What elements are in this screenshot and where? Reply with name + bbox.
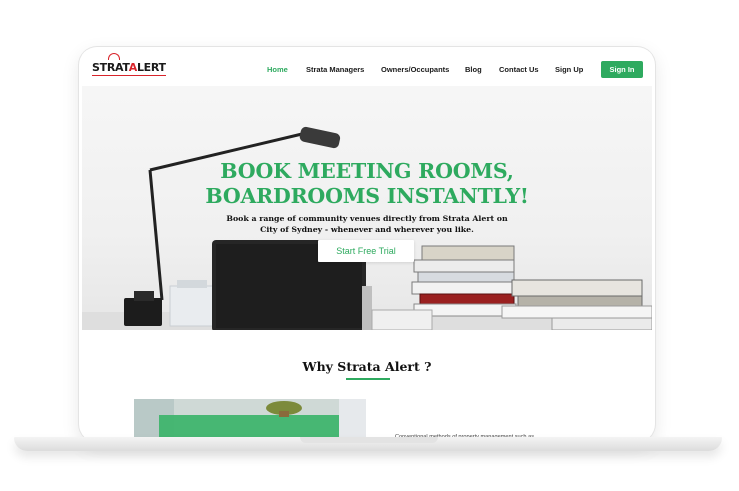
hero-banner: BOOK MEETING ROOMS, BOARDROOMS INSTANTLY…	[82, 86, 652, 330]
title-underline	[346, 378, 390, 380]
why-section-image	[134, 399, 366, 442]
hero-title-line-2: BOARDROOMS INSTANTLY!	[205, 184, 529, 208]
logo-text-accent: A	[128, 61, 138, 74]
office-desk-photo	[134, 399, 366, 442]
logo-text-suffix: LERT	[136, 61, 166, 74]
hero-subtitle-line-1: Book a range of community venues directl…	[226, 214, 508, 223]
why-section-title: Why Strata Alert ?	[302, 359, 432, 374]
nav-strata-managers[interactable]: Strata Managers	[306, 65, 364, 74]
hero-subtitle: Book a range of community venues directl…	[217, 213, 517, 235]
nav-owners-occupants[interactable]: Owners/Occupants	[381, 65, 449, 74]
hero-subtitle-line-2: City of Sydney - whenever and wherever y…	[260, 225, 474, 234]
hero-title-line-1: BOOK MEETING ROOMS,	[220, 159, 514, 183]
laptop-mockup: STRATALERT Home Strata Managers Owners/O…	[79, 47, 655, 442]
sign-in-button[interactable]: Sign In	[601, 61, 643, 78]
hero-title: BOOK MEETING ROOMS, BOARDROOMS INSTANTLY…	[82, 159, 652, 209]
brand-logo[interactable]: STRATALERT	[92, 61, 166, 76]
website-screen: STRATALERT Home Strata Managers Owners/O…	[82, 50, 652, 442]
nav-home[interactable]: Home	[267, 65, 288, 74]
laptop-notch	[300, 437, 438, 443]
signal-icon	[108, 53, 120, 60]
nav-contact-us[interactable]: Contact Us	[499, 65, 539, 74]
start-free-trial-button[interactable]: Start Free Trial	[318, 240, 414, 262]
nav-sign-up[interactable]: Sign Up	[555, 65, 583, 74]
nav-blog[interactable]: Blog	[465, 65, 482, 74]
navbar: STRATALERT Home Strata Managers Owners/O…	[82, 50, 652, 86]
logo-text-prefix: STRAT	[92, 61, 129, 74]
book-stacks-image	[371, 245, 652, 330]
